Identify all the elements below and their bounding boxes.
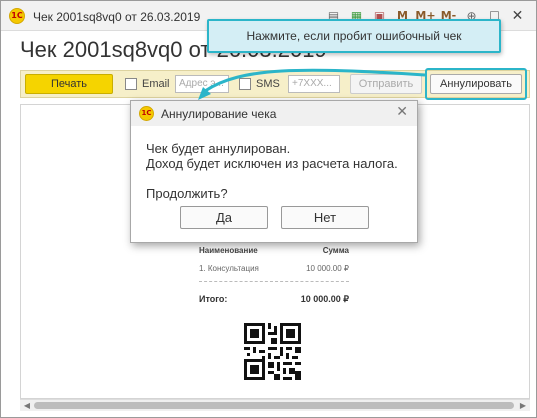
yes-button[interactable]: Да bbox=[180, 206, 268, 229]
sms-label: SMS bbox=[256, 78, 280, 90]
receipt-window: 1С Чек 2001sq8vq0 от 26.03.2019 ▤ ▦ ▣ M … bbox=[0, 0, 537, 418]
dialog-message-line2: Доход будет исключен из расчета налога. bbox=[146, 156, 398, 171]
receipt-total-row: Итого: 10 000.00 ₽ bbox=[199, 294, 349, 304]
hint-tooltip: Нажмите, если пробит ошибочный чек bbox=[207, 19, 501, 53]
scroll-right-icon[interactable]: ▶ bbox=[517, 400, 529, 412]
dialog-prompt: Продолжить? bbox=[146, 186, 228, 201]
dialog-close-icon[interactable]: ✕ bbox=[396, 104, 408, 120]
dialog-message-line1: Чек будет аннулирован. bbox=[146, 141, 291, 156]
email-label: Email bbox=[142, 78, 170, 90]
receipt-item-name: 1. Консультация bbox=[199, 264, 259, 273]
receipt-col-name: Наименование bbox=[199, 246, 258, 255]
no-button[interactable]: Нет bbox=[281, 206, 369, 229]
scroll-left-icon[interactable]: ◀ bbox=[21, 400, 33, 412]
close-icon[interactable]: ✕ bbox=[509, 7, 526, 24]
receipt-total-amount: 10 000.00 ₽ bbox=[300, 294, 349, 304]
annul-dialog: 1С Аннулирование чека ✕ Чек будет аннули… bbox=[130, 100, 418, 243]
email-checkbox[interactable] bbox=[125, 78, 137, 90]
send-button[interactable]: Отправить bbox=[350, 74, 422, 94]
dialog-title-bar: 1С Аннулирование чека ✕ bbox=[131, 101, 417, 126]
dialog-logo-icon: 1С bbox=[139, 106, 154, 121]
receipt-divider bbox=[199, 281, 349, 282]
dialog-message: Чек будет аннулирован. Доход будет исклю… bbox=[146, 141, 398, 171]
app-logo-icon: 1С bbox=[9, 8, 25, 24]
receipt-header-row: Наименование Сумма bbox=[199, 246, 349, 255]
receipt-item-amount: 10 000.00 ₽ bbox=[306, 264, 349, 273]
window-title: Чек 2001sq8vq0 от 26.03.2019 bbox=[33, 10, 201, 24]
qr-code-icon bbox=[244, 323, 301, 380]
annul-button-highlight bbox=[425, 68, 527, 100]
receipt-total-label: Итого: bbox=[199, 294, 228, 304]
horizontal-scrollbar[interactable]: ◀ ▶ bbox=[20, 399, 530, 411]
scroll-thumb[interactable] bbox=[34, 402, 514, 409]
print-button[interactable]: Печать bbox=[25, 74, 113, 94]
dialog-title: Аннулирование чека bbox=[161, 107, 277, 121]
receipt-item-row: 1. Консультация 10 000.00 ₽ bbox=[199, 264, 349, 273]
sms-checkbox[interactable] bbox=[239, 78, 251, 90]
receipt-col-sum: Сумма bbox=[322, 246, 349, 255]
email-field[interactable]: Адрес э... bbox=[175, 75, 229, 93]
sms-field[interactable]: +7XXX... bbox=[288, 75, 340, 93]
